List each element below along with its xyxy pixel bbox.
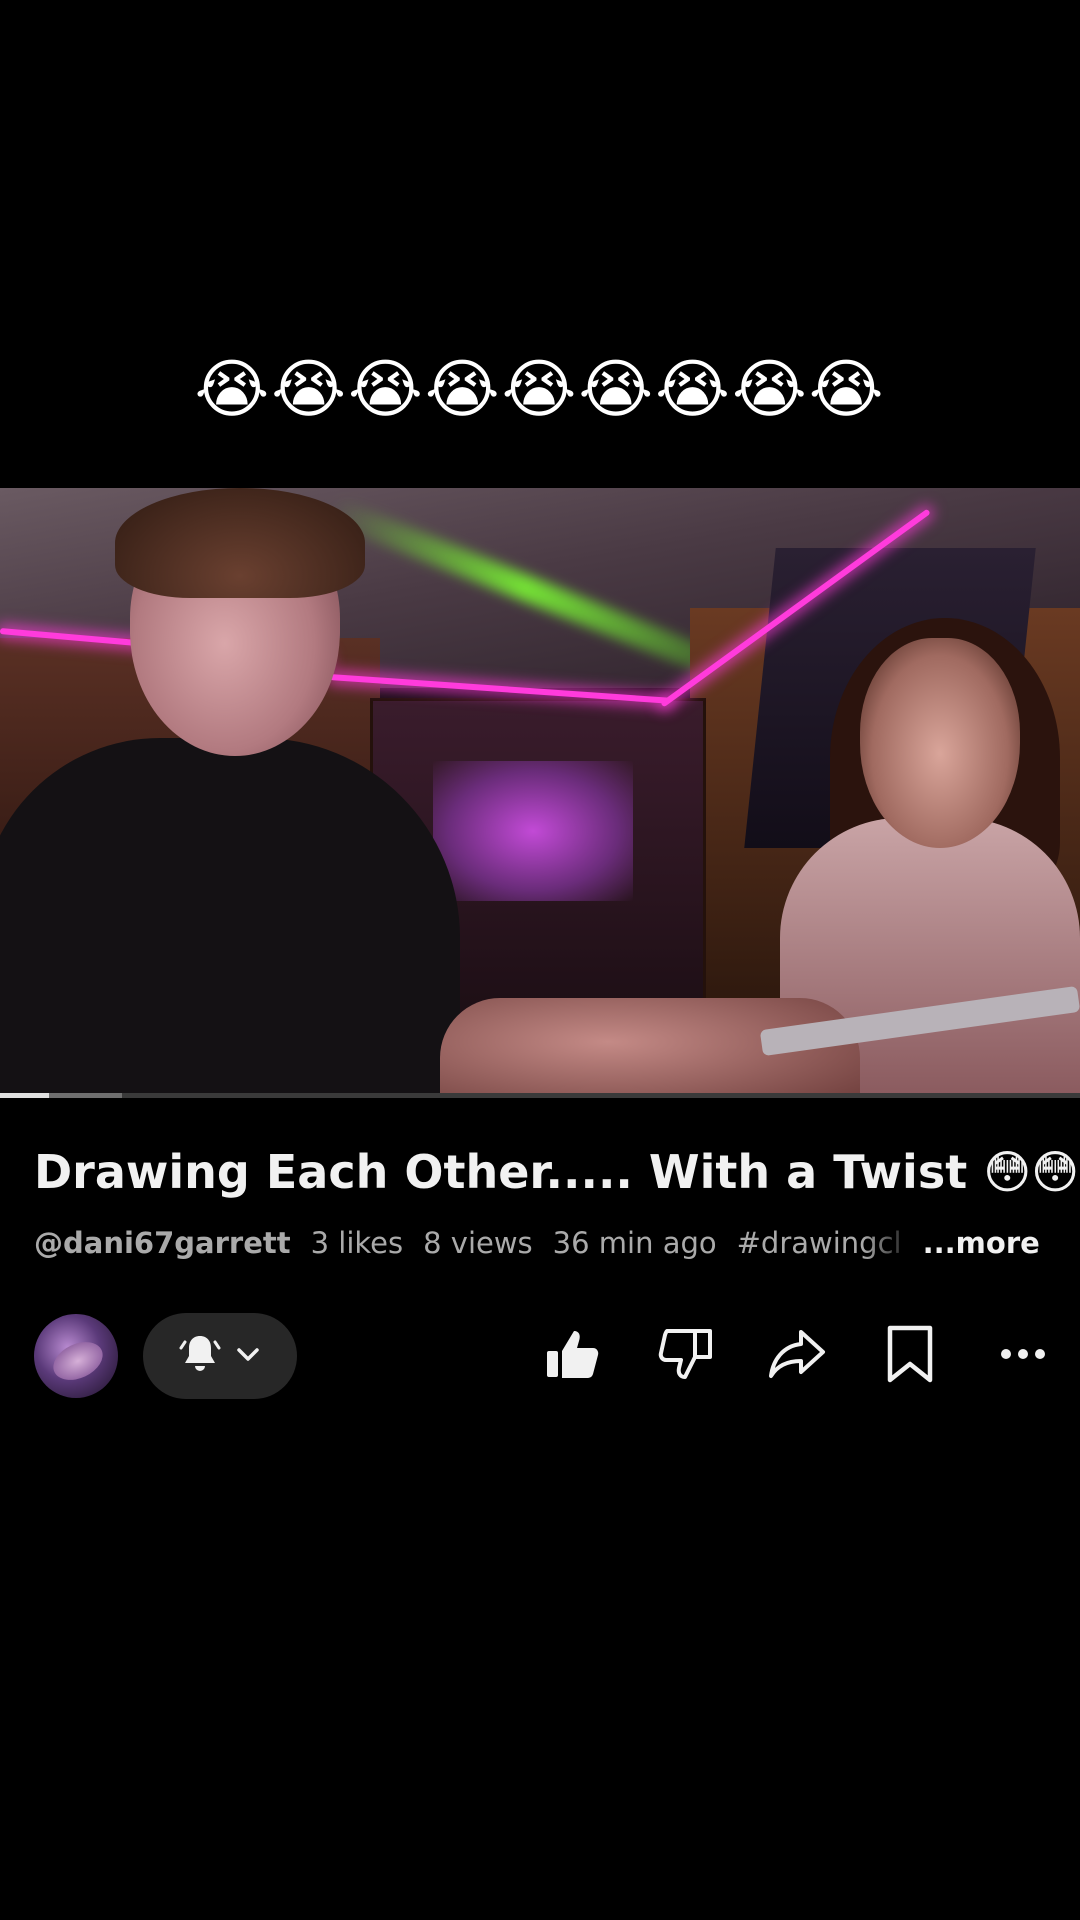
emoji-caption: 😭😭😭😭😭😭😭😭😭 [194,353,886,427]
video-player[interactable] [0,488,1080,1093]
video-title[interactable]: Drawing Each Other..... With a Twist 😳😳 [34,1140,1079,1204]
video-progress-bar[interactable] [0,1093,1080,1098]
save-button[interactable] [870,1316,950,1396]
views-count: 8 views [423,1226,533,1260]
bell-icon [176,1330,224,1382]
more-button[interactable]: ...more [923,1218,1040,1268]
more-horizontal-icon [998,1346,1048,1366]
video-scene-person-right-head [860,638,1020,848]
dislike-button[interactable] [646,1316,726,1396]
video-metadata[interactable]: @dani67garrett 3 likes 8 views 36 min ag… [34,1218,1044,1268]
progress-played [0,1093,49,1098]
thumbs-up-filled-icon [541,1323,603,1389]
hashtag-link[interactable]: #drawingcl [737,1218,917,1268]
like-button[interactable] [532,1316,612,1396]
upload-time: 36 min ago [552,1226,717,1260]
share-button[interactable] [757,1316,837,1396]
channel-handle[interactable]: @dani67garrett [34,1218,291,1268]
video-scene-person-left-hair [115,488,365,598]
bookmark-icon [882,1324,938,1388]
more-actions-button[interactable] [983,1316,1063,1396]
thumbs-down-icon [655,1323,717,1389]
subscription-bell-button[interactable] [143,1313,297,1399]
chevron-down-icon [232,1338,264,1374]
share-arrow-icon [765,1322,829,1390]
channel-avatar[interactable] [34,1314,118,1398]
video-scene-person-left [0,738,460,1093]
likes-count: 3 likes [310,1226,404,1260]
